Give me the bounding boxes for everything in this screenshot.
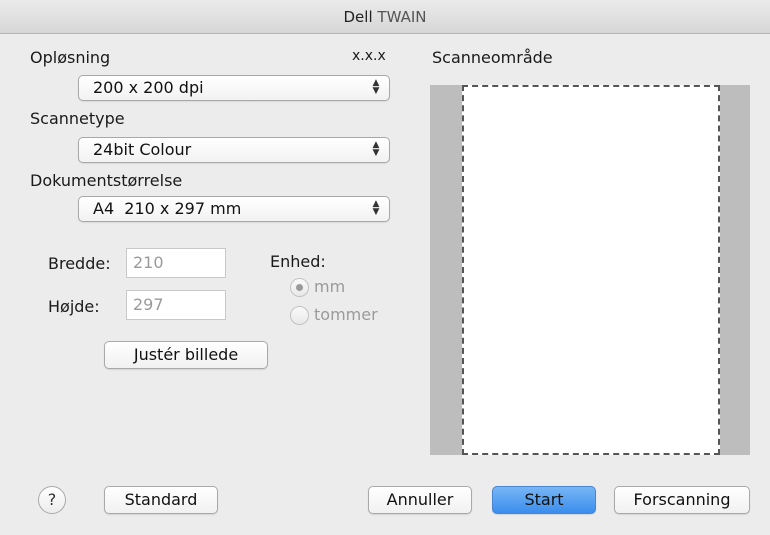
resolution-popup[interactable]: 200 x 200 dpi ▲ ▼	[78, 75, 390, 101]
width-field[interactable]: 210	[126, 248, 226, 278]
window-title-part1: Dell	[343, 8, 373, 26]
cancel-button[interactable]: Annuller	[368, 486, 472, 514]
version-label: x.x.x	[352, 48, 386, 64]
height-label: Højde:	[48, 297, 100, 316]
unit-tommer-label: tommer	[314, 305, 378, 324]
unit-radio-tommer[interactable]	[290, 306, 309, 325]
scan-area-preview[interactable]	[430, 85, 750, 455]
standard-button[interactable]: Standard	[104, 486, 218, 514]
width-label: Bredde:	[48, 254, 111, 273]
popup-arrows-icon: ▲ ▼	[372, 140, 380, 158]
adjust-image-button[interactable]: Justér billede	[104, 341, 268, 369]
resolution-value: 200 x 200 dpi	[93, 78, 204, 97]
help-button[interactable]: ?	[38, 486, 66, 514]
prescan-button[interactable]: Forscanning	[614, 486, 750, 514]
document-size-label: Dokumentstørrelse	[30, 171, 183, 190]
scan-type-popup[interactable]: 24bit Colour ▲ ▼	[78, 137, 390, 163]
popup-arrows-icon: ▲ ▼	[372, 199, 380, 217]
scan-type-label: Scannetype	[30, 109, 125, 128]
start-button[interactable]: Start	[492, 486, 596, 514]
popup-arrows-icon: ▲ ▼	[372, 78, 380, 96]
document-size-value: A4 210 x 297 mm	[93, 199, 242, 218]
height-field[interactable]: 297	[126, 290, 226, 320]
scan-type-value: 24bit Colour	[93, 140, 192, 159]
unit-radio-mm[interactable]	[290, 278, 309, 297]
unit-label: Enhed:	[270, 252, 326, 271]
document-size-popup[interactable]: A4 210 x 297 mm ▲ ▼	[78, 196, 390, 222]
scan-page-frame[interactable]	[462, 85, 720, 455]
unit-mm-label: mm	[314, 277, 346, 296]
resolution-label: Opløsning	[30, 48, 111, 67]
scan-area-label: Scanneområde	[432, 48, 553, 67]
window-title-part2: TWAIN	[377, 8, 427, 26]
window-titlebar: Dell TWAIN	[0, 0, 770, 34]
